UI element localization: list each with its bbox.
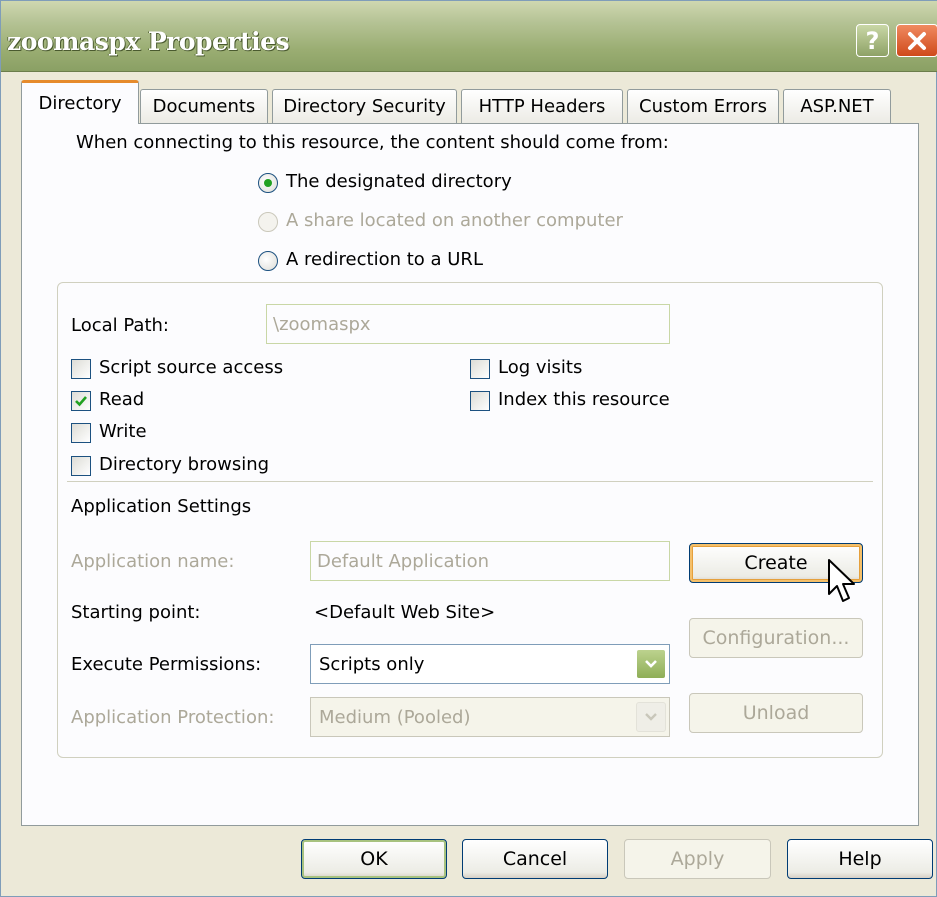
checkbox-directory-browsing[interactable] bbox=[71, 456, 91, 476]
checkbox-index-resource[interactable] bbox=[470, 391, 490, 411]
radio-share-another-computer-label: A share located on another computer bbox=[286, 210, 623, 231]
radio-designated-directory-label[interactable]: The designated directory bbox=[286, 171, 512, 192]
checkbox-write[interactable] bbox=[71, 423, 91, 443]
configuration-button: Configuration... bbox=[689, 618, 863, 658]
checkbox-read[interactable] bbox=[71, 391, 91, 411]
application-name-label: Application name: bbox=[71, 551, 235, 572]
help-button[interactable]: Help bbox=[787, 839, 933, 879]
directory-settings-group bbox=[57, 282, 883, 758]
application-settings-heading: Application Settings bbox=[71, 496, 252, 517]
directory-browsing-label[interactable]: Directory browsing bbox=[99, 454, 269, 475]
log-visits-label[interactable]: Log visits bbox=[498, 357, 582, 378]
chevron-down-icon bbox=[645, 713, 657, 721]
help-title-button[interactable]: ? bbox=[856, 24, 889, 57]
local-path-field: \zoomaspx bbox=[266, 304, 670, 344]
tab-http-headers[interactable]: HTTP Headers bbox=[461, 89, 623, 123]
execute-permissions-select[interactable]: Scripts only bbox=[310, 644, 670, 684]
application-name-field: Default Application bbox=[310, 541, 670, 581]
tab-directory[interactable]: Directory bbox=[21, 80, 139, 124]
mouse-cursor-icon bbox=[828, 559, 855, 602]
properties-dialog: zoomaspx Properties ? Directory Document… bbox=[0, 0, 937, 897]
script-source-access-label[interactable]: Script source access bbox=[99, 357, 283, 378]
tab-asp-net[interactable]: ASP.NET bbox=[783, 89, 891, 123]
execute-permissions-label: Execute Permissions: bbox=[71, 654, 262, 675]
starting-point-value: <Default Web Site> bbox=[314, 602, 496, 623]
close-icon bbox=[908, 31, 926, 50]
unload-button: Unload bbox=[689, 693, 863, 733]
check-icon bbox=[75, 396, 87, 407]
dropdown-button-disabled bbox=[636, 702, 666, 732]
close-button[interactable] bbox=[896, 24, 937, 57]
cancel-button[interactable]: Cancel bbox=[462, 839, 608, 879]
application-protection-value: Medium (Pooled) bbox=[319, 706, 471, 728]
starting-point-label: Starting point: bbox=[71, 602, 201, 623]
radio-designated-directory[interactable] bbox=[258, 173, 278, 193]
ok-button[interactable]: OK bbox=[301, 839, 447, 879]
radio-share-another-computer bbox=[258, 212, 278, 232]
tab-custom-errors[interactable]: Custom Errors bbox=[627, 89, 779, 123]
title-bar[interactable]: zoomaspx Properties ? bbox=[1, 1, 937, 72]
apply-button: Apply bbox=[624, 839, 771, 879]
tab-documents[interactable]: Documents bbox=[140, 89, 268, 123]
chevron-down-icon bbox=[645, 660, 657, 668]
tab-directory-security[interactable]: Directory Security bbox=[272, 89, 457, 123]
content-source-prompt: When connecting to this resource, the co… bbox=[76, 132, 669, 153]
checkbox-log-visits[interactable] bbox=[470, 359, 490, 379]
index-resource-label[interactable]: Index this resource bbox=[498, 389, 670, 410]
write-label[interactable]: Write bbox=[99, 421, 147, 442]
window-title: zoomaspx Properties bbox=[7, 27, 290, 56]
application-protection-select: Medium (Pooled) bbox=[310, 697, 670, 737]
local-path-label: Local Path: bbox=[71, 315, 169, 336]
radio-redirection-url-label[interactable]: A redirection to a URL bbox=[286, 249, 483, 270]
read-label[interactable]: Read bbox=[99, 389, 144, 410]
checkbox-script-source-access[interactable] bbox=[71, 359, 91, 379]
separator bbox=[67, 481, 873, 482]
radio-redirection-url[interactable] bbox=[258, 251, 278, 271]
application-protection-label: Application Protection: bbox=[71, 707, 275, 728]
execute-permissions-value: Scripts only bbox=[319, 653, 425, 675]
dropdown-button[interactable] bbox=[636, 649, 666, 679]
